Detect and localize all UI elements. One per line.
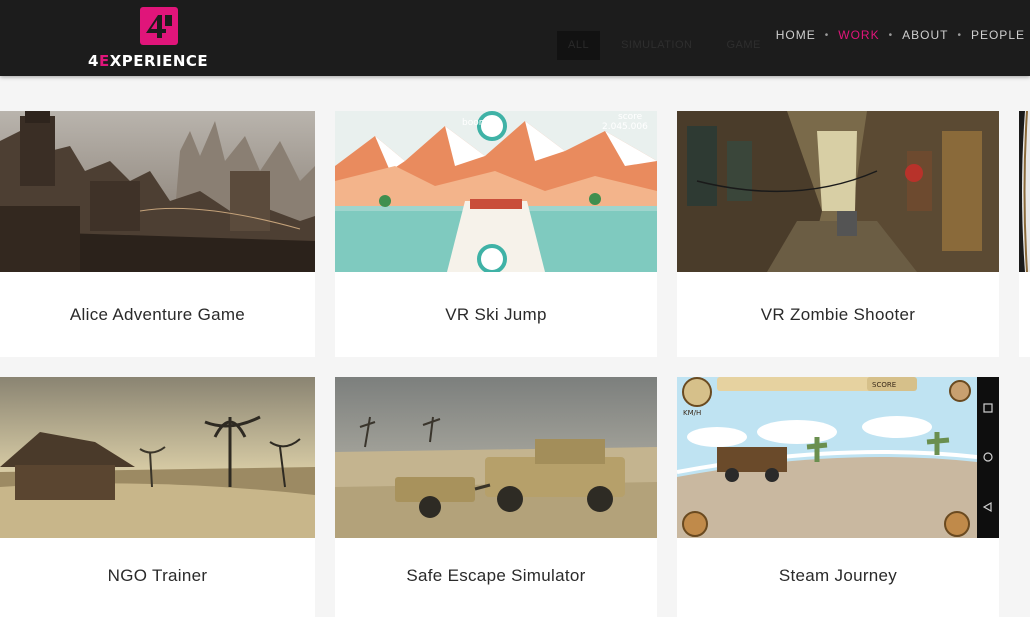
nav-home[interactable]: HOME bbox=[776, 28, 816, 42]
brand-suffix: XPERIENCE bbox=[109, 52, 209, 70]
project-card[interactable]: boom! score 2.045.006 VR Ski Jump bbox=[335, 111, 657, 357]
steam-score-label: SCORE bbox=[872, 381, 896, 389]
brand-prefix: 4 bbox=[88, 52, 99, 70]
nav-separator: • bbox=[888, 29, 894, 41]
ski-jump-image: boom! score 2.045.006 bbox=[335, 111, 657, 272]
project-card[interactable]: Safe Escape Simulator bbox=[335, 377, 657, 617]
ski-boom-text: boom! bbox=[462, 118, 491, 128]
project-thumbnail[interactable] bbox=[0, 377, 315, 538]
project-title[interactable]: VR Ski Jump bbox=[335, 272, 657, 357]
filter-all[interactable]: ALL bbox=[557, 31, 601, 60]
project-card[interactable]: VR Zombie Shooter bbox=[677, 111, 999, 357]
project-thumbnail[interactable] bbox=[677, 111, 999, 272]
project-title[interactable]: Alice Adventure Game bbox=[0, 272, 315, 357]
project-card[interactable]: NGO Trainer bbox=[0, 377, 315, 617]
project-thumbnail[interactable] bbox=[1019, 111, 1030, 272]
project-card[interactable]: SCORE KM/H Steam Journey bbox=[677, 377, 999, 617]
ruined-city-image bbox=[0, 111, 315, 272]
project-title[interactable]: Steam Journey bbox=[677, 538, 999, 614]
desert-vehicle-image bbox=[335, 377, 657, 538]
main-nav: HOME • WORK • ABOUT • PEOPLE bbox=[776, 28, 1025, 42]
project-title[interactable]: NGO Trainer bbox=[0, 538, 315, 614]
project-card-partial[interactable] bbox=[1019, 111, 1030, 357]
hut-savanna-image bbox=[0, 377, 315, 538]
project-title[interactable]: Safe Escape Simulator bbox=[335, 538, 657, 614]
site-header: 4EXPERIENCE ALL SIMULATION GAME HOME • W… bbox=[0, 0, 1030, 76]
filter-simulation[interactable]: SIMULATION bbox=[610, 31, 703, 60]
nav-work[interactable]: WORK bbox=[838, 28, 879, 42]
brand-accent: E bbox=[98, 52, 110, 70]
ski-score-label: score bbox=[618, 112, 643, 122]
project-card[interactable]: Alice Adventure Game bbox=[0, 111, 315, 357]
steam-speed-unit: KM/H bbox=[683, 409, 701, 417]
project-filters: ALL SIMULATION GAME bbox=[557, 31, 772, 60]
partial-image bbox=[1019, 111, 1030, 272]
ski-score-value: 2.045.006 bbox=[602, 122, 648, 132]
nav-about[interactable]: ABOUT bbox=[902, 28, 948, 42]
alley-image bbox=[677, 111, 999, 272]
nav-people[interactable]: PEOPLE bbox=[971, 28, 1025, 42]
project-title[interactable]: VR Zombie Shooter bbox=[677, 272, 999, 357]
brand-wordmark[interactable]: 4EXPERIENCE bbox=[88, 52, 208, 70]
nav-separator: • bbox=[957, 29, 962, 41]
project-thumbnail[interactable]: SCORE KM/H bbox=[677, 377, 999, 538]
project-thumbnail[interactable] bbox=[335, 377, 657, 538]
filter-game[interactable]: GAME bbox=[716, 31, 772, 60]
project-thumbnail[interactable] bbox=[0, 111, 315, 272]
nav-separator: • bbox=[824, 29, 830, 41]
steampunk-game-image: SCORE KM/H bbox=[677, 377, 999, 538]
logo-icon[interactable] bbox=[140, 7, 178, 45]
project-thumbnail[interactable]: boom! score 2.045.006 bbox=[335, 111, 657, 272]
